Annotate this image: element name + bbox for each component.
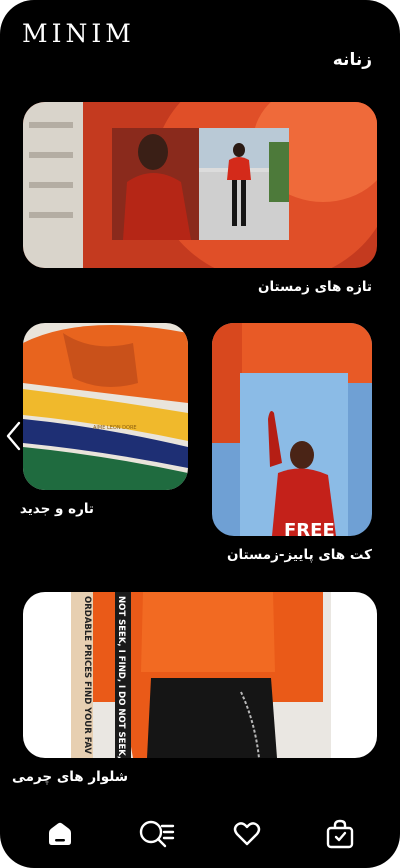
leather-trousers-image: ORDABLE PRICES FIND YOUR FAV NOT SEEK, I…	[23, 592, 377, 758]
brand-logo: MINIM	[22, 19, 135, 48]
heart-icon	[233, 822, 261, 846]
bottom-navigation	[0, 800, 400, 868]
card-caption-coats: کت های پاییز-زمستان	[226, 547, 372, 563]
nav-search[interactable]	[137, 814, 177, 854]
card-caption-winter-new: تازه های زمستان	[257, 279, 372, 295]
carousel-prev-arrow-icon[interactable]	[2, 419, 24, 453]
hoodie-print-text: AIME LEON DORE	[93, 425, 137, 431]
nav-cart[interactable]	[320, 814, 360, 854]
winter-collage-image	[23, 102, 377, 268]
search-filter-icon	[139, 820, 175, 848]
card-caption-leather-trousers: شلوار های چرمی	[12, 769, 128, 785]
card-caption-new-arrivals: تاره و جدید	[19, 501, 94, 517]
shopping-bag-icon	[326, 819, 354, 849]
category-card-leather-trousers[interactable]: ORDABLE PRICES FIND YOUR FAV NOT SEEK, I…	[23, 592, 377, 758]
category-card-coats[interactable]: FREE	[212, 323, 372, 536]
nav-home[interactable]	[40, 814, 80, 854]
print-strip-left: ORDABLE PRICES FIND YOUR FAV	[82, 596, 92, 755]
section-title: زنانه	[332, 50, 372, 70]
home-icon	[49, 822, 71, 845]
category-card-new-arrivals[interactable]: AIME LEON DORE	[23, 323, 188, 490]
nav-favorites[interactable]	[227, 814, 267, 854]
app-screen: MINIM زنانه تازه های زمستان AIME LEON DO…	[0, 0, 400, 868]
poster-text: FREE	[284, 520, 335, 536]
print-strip-right: NOT SEEK, I FIND, I DO NOT SEEK, I	[116, 596, 126, 758]
category-card-winter-new[interactable]	[23, 102, 377, 268]
stacked-hoodies-image: AIME LEON DORE	[23, 323, 188, 490]
coats-collage-image: FREE	[212, 323, 372, 536]
